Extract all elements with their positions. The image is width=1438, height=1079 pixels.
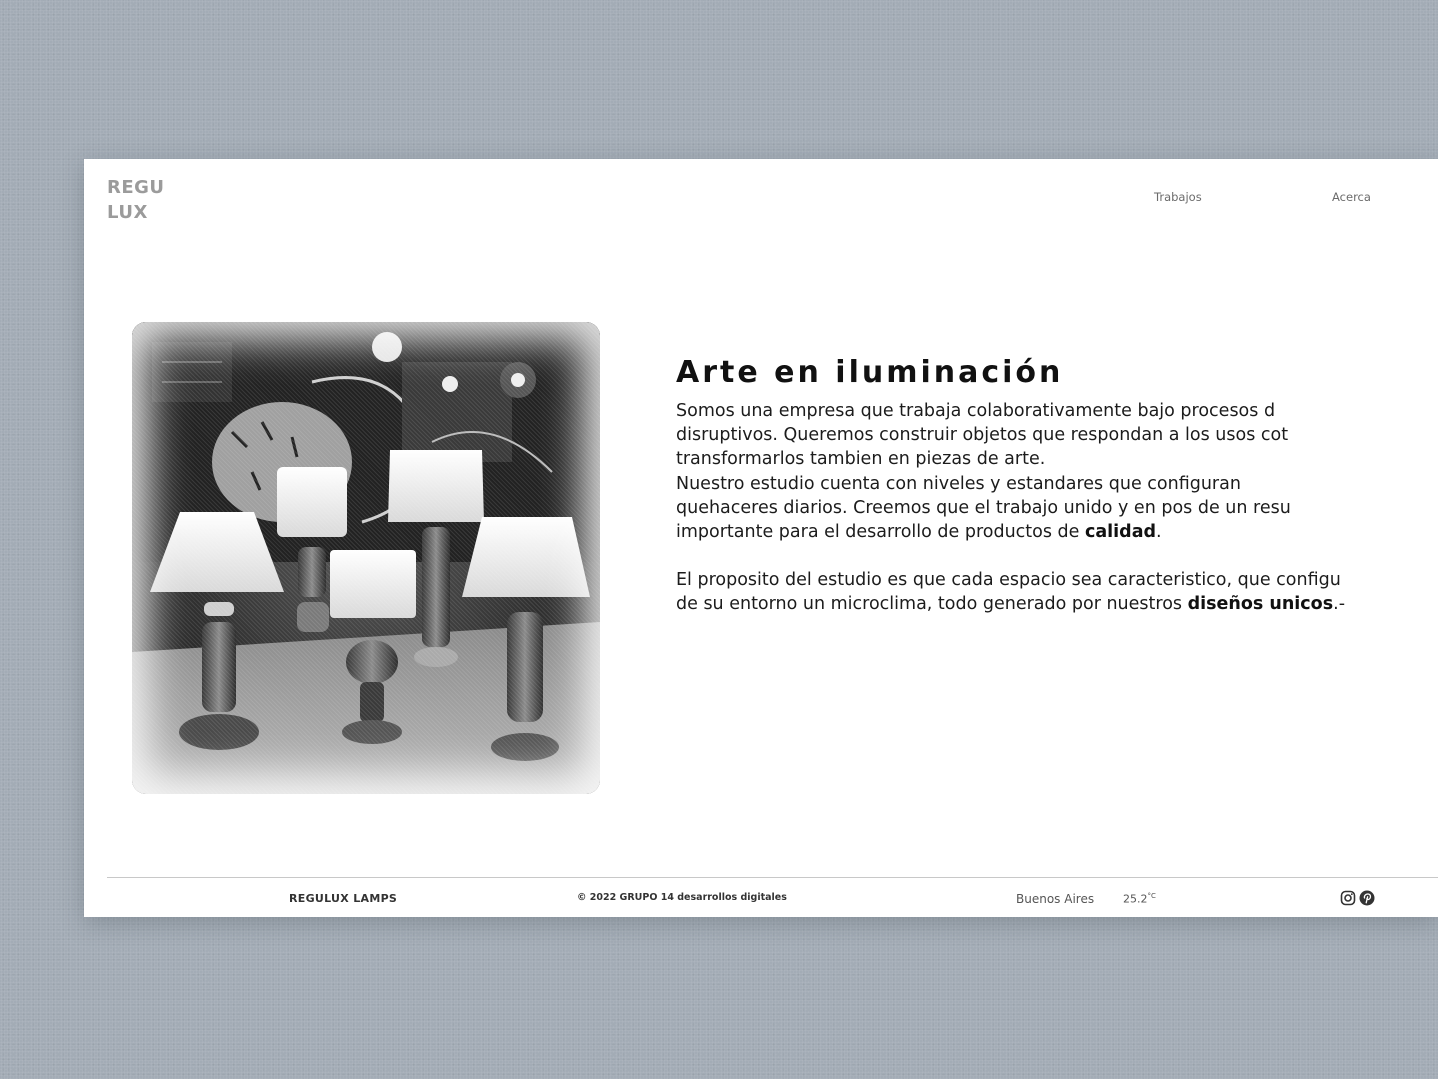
logo-line-1: REGU [107,177,165,198]
temperature-value: 25.2 [1123,892,1148,906]
instagram-icon[interactable] [1340,890,1356,906]
social-links [1340,890,1375,906]
nav-link-trabajos[interactable]: Trabajos [1154,190,1202,204]
paragraph-1-last-line: importante para el desarrollo de product… [676,520,1438,544]
paragraph-2-last-line: de su entorno un microclima, todo genera… [676,592,1438,616]
paragraph-1-line: quehaceres diarios. Creemos que el traba… [676,497,1291,518]
weather-city: Buenos Aires [1016,892,1095,906]
text-fragment: importante para el desarrollo de product… [676,522,1085,543]
highlight-calidad: calidad [1084,522,1157,543]
weather-temperature: 25.2°C [1123,892,1156,906]
browser-window: REGU LUX Trabajos Acerca Arte en ilumina… [84,159,1438,917]
footer-copyright: © 2022 GRUPO 14 desarrollos digitales [577,892,787,903]
page-title: Arte en iluminación [676,355,1064,391]
hero-photo [132,322,600,794]
paragraph-1-line: disruptivos. Queremos construir objetos … [676,425,1289,446]
paragraph-1-line: Nuestro estudio cuenta con niveles y est… [676,473,1241,494]
paragraph-1-line: Somos una empresa que trabaja colaborati… [676,401,1276,421]
logo-line-2: LUX [107,202,148,223]
text-fragment: . [1156,522,1162,543]
about-text: Somos una empresa que trabaja colaborati… [676,399,1438,617]
footer-brand: REGULUX LAMPS [289,892,398,905]
text-fragment: .- [1333,594,1346,615]
paragraph-1-line: transformarlos tambien en piezas de arte… [676,449,1046,470]
pinterest-icon[interactable] [1359,890,1375,906]
paragraph-2-line: El proposito del estudio es que cada esp… [676,570,1341,591]
footer-divider [107,877,1438,878]
lamps-illustration [132,322,600,794]
text-fragment: de su entorno un microclima, todo genera… [676,594,1188,615]
highlight-disenos-unicos: diseños unicos [1187,594,1334,615]
temperature-unit: °C [1147,892,1156,900]
nav-link-acerca[interactable]: Acerca [1332,190,1371,204]
logo[interactable]: REGU LUX [107,175,165,225]
